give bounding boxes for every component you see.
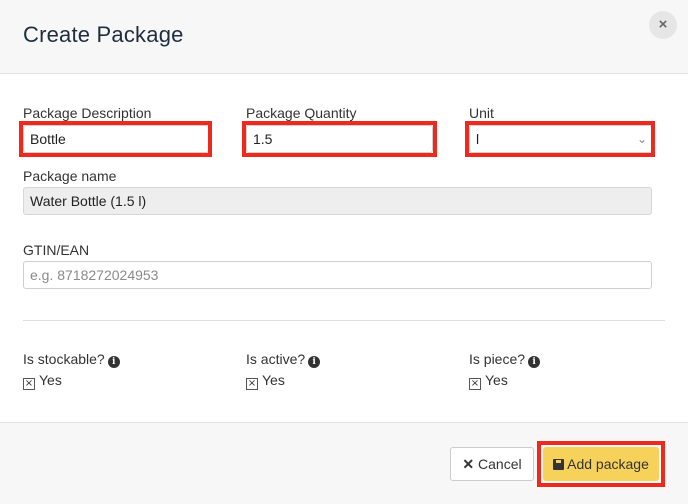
cancel-button-label: Cancel xyxy=(478,456,522,472)
divider xyxy=(23,320,665,321)
unit-label: Unit xyxy=(469,105,494,121)
is-piece-label: Is piece? i xyxy=(469,351,541,368)
close-icon: × xyxy=(658,16,668,33)
gtin-label: GTIN/EAN xyxy=(23,242,90,258)
package-description-highlight xyxy=(19,121,212,157)
package-name-label: Package name xyxy=(23,168,117,184)
is-piece-checkbox[interactable]: × Yes xyxy=(469,372,508,390)
is-piece-text: Is piece? xyxy=(469,351,526,367)
is-piece-check-label: Yes xyxy=(485,372,508,388)
cancel-button[interactable]: ✕ Cancel xyxy=(450,447,534,481)
info-icon: i xyxy=(308,356,321,368)
is-active-check-label: Yes xyxy=(262,372,285,388)
dialog-title: Create Package xyxy=(23,22,184,47)
close-button[interactable]: × xyxy=(649,11,677,39)
unit-highlight xyxy=(465,121,655,157)
package-quantity-label: Package Quantity xyxy=(246,105,357,121)
package-description-label: Package Description xyxy=(23,105,152,121)
checkbox-checked-icon: × xyxy=(23,378,35,390)
package-name-field: Water Bottle (1.5 l) xyxy=(23,187,652,215)
checkbox-checked-icon: × xyxy=(469,378,481,390)
is-stockable-text: Is stockable? xyxy=(23,351,105,367)
is-active-text: Is active? xyxy=(246,351,306,367)
info-icon: i xyxy=(107,356,120,368)
info-icon: i xyxy=(528,356,541,368)
checkbox-checked-icon: × xyxy=(246,378,258,390)
is-active-checkbox[interactable]: × Yes xyxy=(246,372,285,390)
gtin-input[interactable]: e.g. 8718272024953 xyxy=(23,261,652,289)
is-stockable-label: Is stockable? i xyxy=(23,351,120,368)
package-quantity-highlight xyxy=(242,121,437,157)
is-active-label: Is active? i xyxy=(246,351,321,368)
close-icon: ✕ xyxy=(462,456,475,472)
is-stockable-check-label: Yes xyxy=(39,372,62,388)
is-stockable-checkbox[interactable]: × Yes xyxy=(23,372,62,390)
add-package-highlight xyxy=(537,441,665,487)
